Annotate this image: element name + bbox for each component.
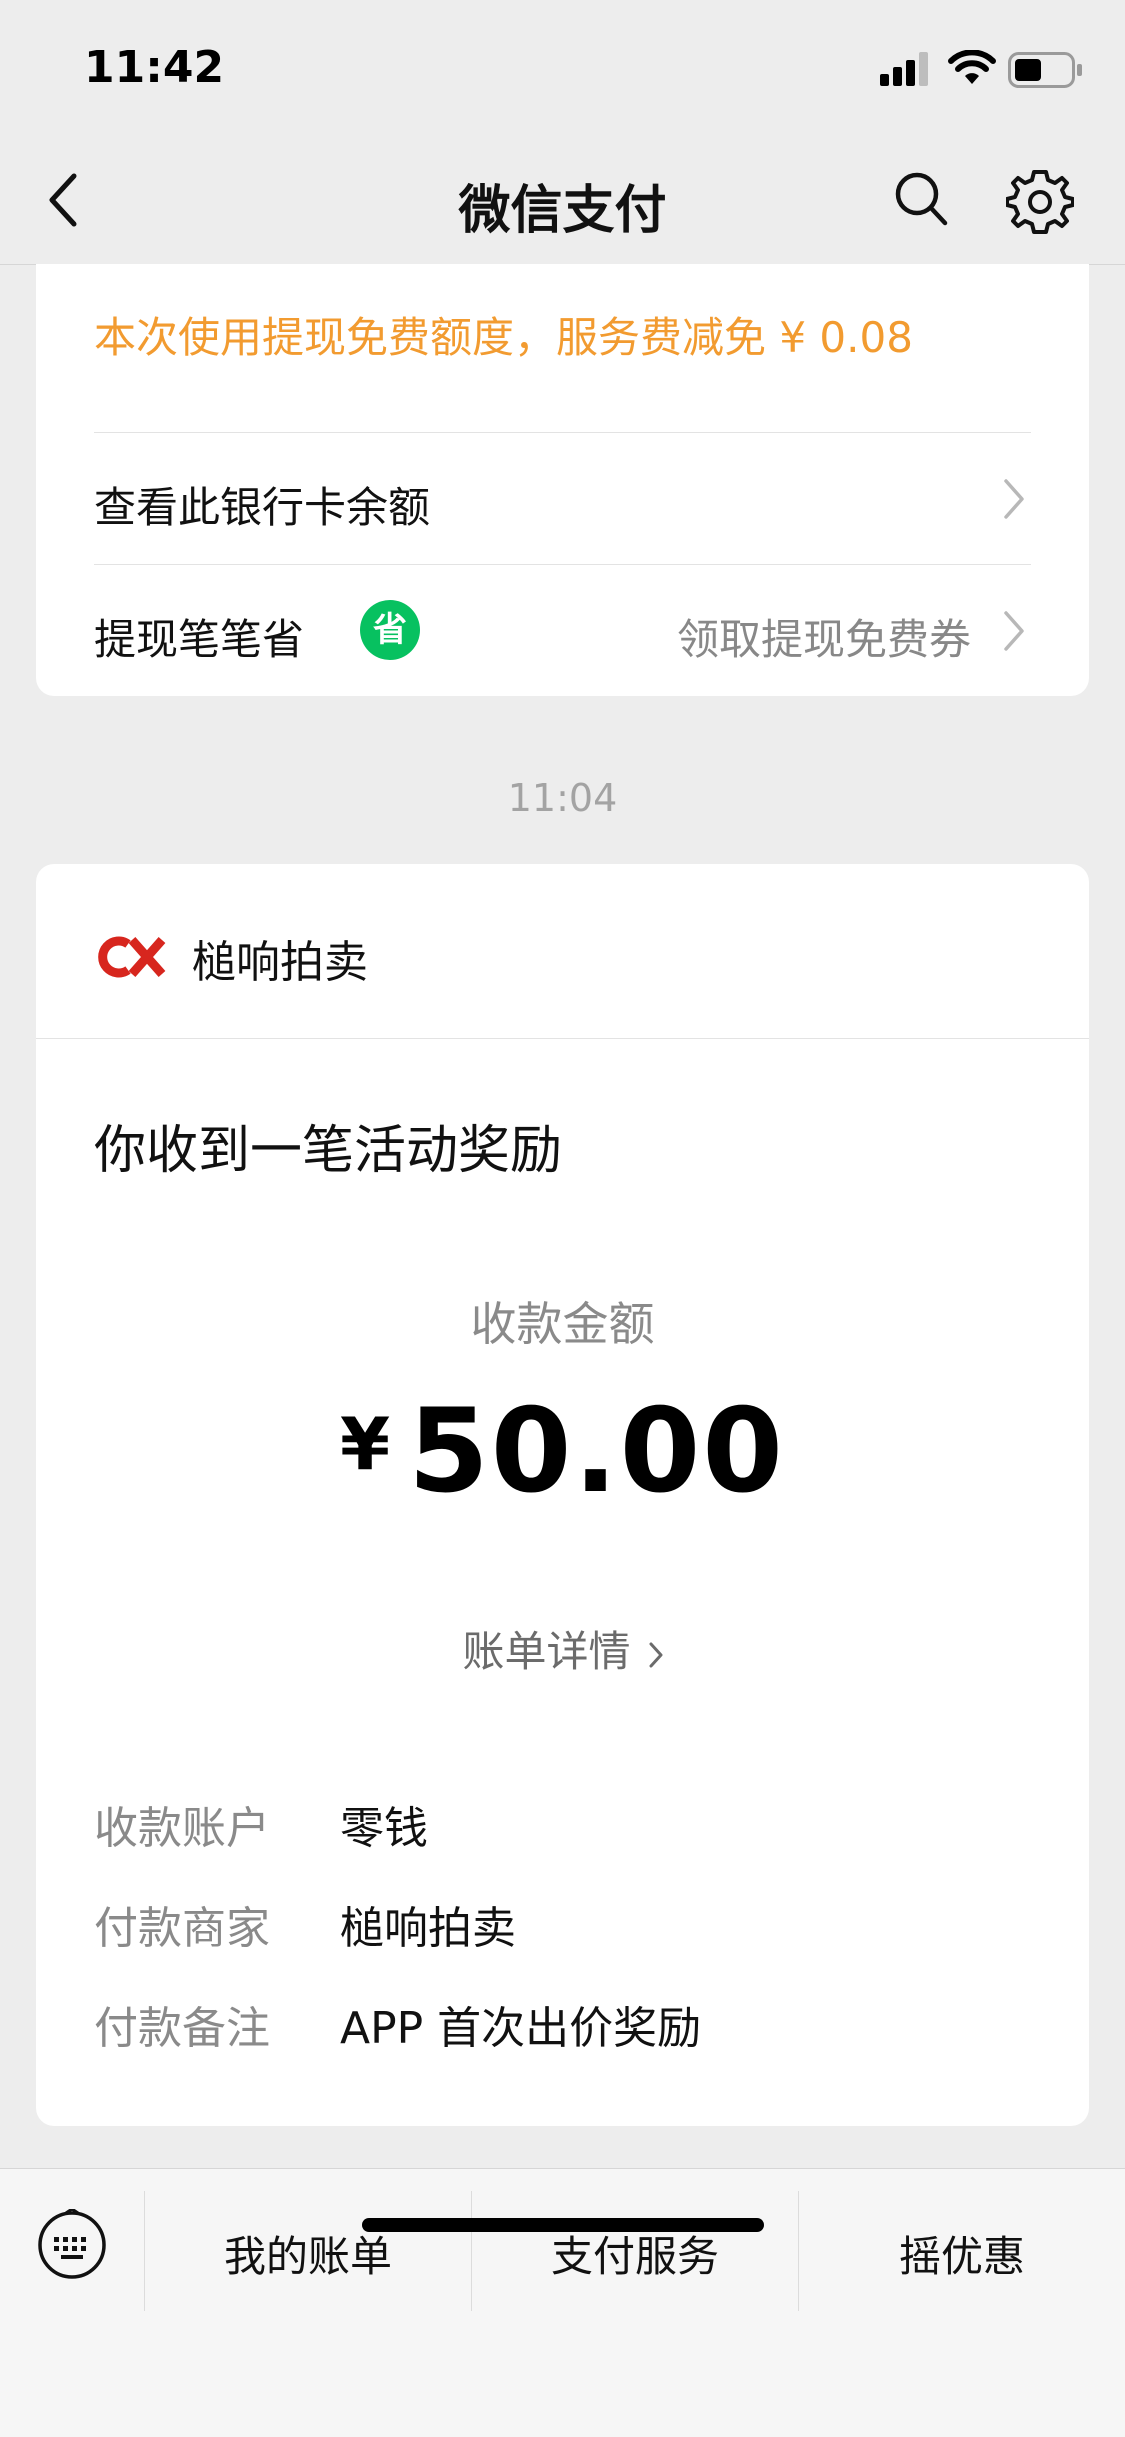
merchant-logo-icon [98,936,166,978]
withdraw-card: 本次使用提现免费额度，服务费减免 ¥ 0.08 查看此银行卡余额 提现笔笔省 省… [36,264,1089,696]
payment-message-card[interactable]: 槌响拍卖 你收到一笔活动奖励 收款金额 ¥50.00 账单详情 收款账户 零钱 … [36,864,1089,2126]
top-bar: 11:42 微信支付 [0,0,1125,265]
search-icon[interactable] [893,168,949,228]
detail-value: 槌响拍卖 [340,1903,516,1954]
amount-display: ¥50.00 [36,1384,1089,1519]
battery-icon [1008,52,1082,88]
detail-key: 收款账户 [94,1803,270,1854]
withdraw-save-row[interactable]: 提现笔笔省 省 领取提现免费券 [94,566,1031,696]
bill-detail-label: 账单详情 [462,1627,631,1676]
detail-key: 付款备注 [94,2003,270,2054]
save-badge: 省 [360,600,420,660]
currency-symbol: ¥ [339,1402,391,1486]
wifi-icon [948,50,996,84]
page-title: 微信支付 [458,181,667,241]
status-time: 11:42 [84,42,225,93]
bottom-menu-bar: 我的账单 支付服务 摇优惠 [0,2168,1125,2437]
merchant-name: 槌响拍卖 [192,937,368,988]
view-balance-row[interactable]: 查看此银行卡余额 [94,434,1031,564]
detail-value: 零钱 [340,1803,428,1854]
message-title: 你收到一笔活动奖励 [94,1121,563,1181]
home-indicator[interactable] [362,2218,764,2232]
amount-value: 50.00 [408,1384,786,1519]
detail-value: APP 首次出价奖励 [340,2003,702,2054]
divider [94,564,1031,565]
divider [36,1038,1089,1039]
menu-payment-services[interactable]: 支付服务 [472,2197,798,2317]
coupon-link[interactable]: 领取提现免费券 [677,606,971,667]
settings-gear-icon[interactable] [1006,166,1074,234]
chevron-right-icon [649,1642,662,1667]
detail-key: 付款商家 [94,1903,270,1954]
fee-waiver-note: 本次使用提现免费额度，服务费减免 ¥ 0.08 [94,313,913,362]
divider [94,432,1031,433]
chevron-right-icon [1004,611,1024,651]
menu-my-bills[interactable]: 我的账单 [145,2197,471,2317]
amount-label: 收款金额 [470,1297,655,1351]
message-timestamp: 11:04 [507,776,618,820]
keyboard-toggle-icon[interactable] [36,2209,108,2281]
chevron-right-icon [1004,479,1024,519]
signal-icon [880,52,928,86]
bill-detail-link[interactable]: 账单详情 [36,1618,1089,1679]
menu-shake-deals[interactable]: 摇优惠 [799,2197,1125,2317]
view-balance-label: 查看此银行卡余额 [94,483,431,532]
withdraw-save-label: 提现笔笔省 [94,615,305,664]
